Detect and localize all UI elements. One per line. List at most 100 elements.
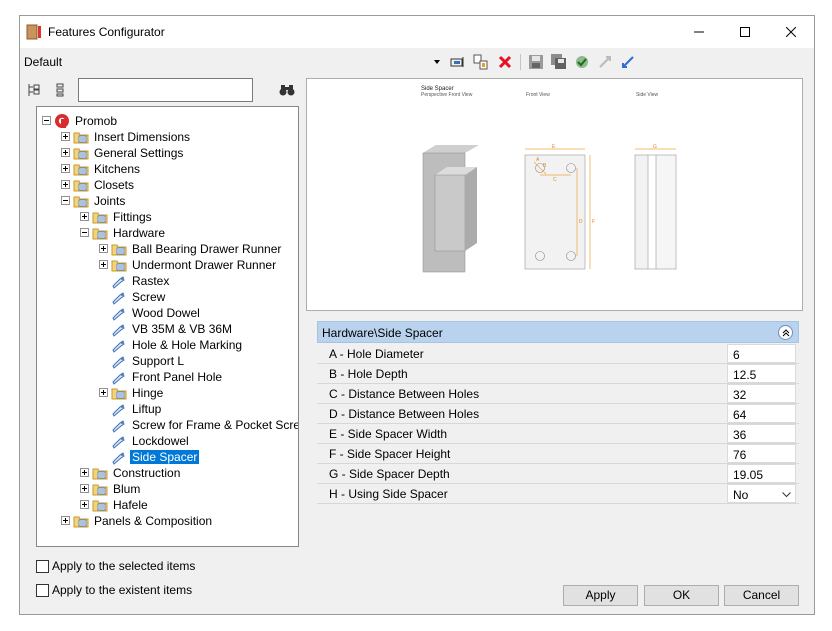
tag-icon — [112, 404, 125, 417]
preview-image: Side Spacer Perspective Front View Front… — [306, 78, 803, 311]
expand-node-icon[interactable] — [80, 500, 89, 509]
tree-item[interactable]: Side Spacer — [99, 449, 200, 465]
minimize-button[interactable] — [676, 16, 722, 48]
property-row: E - Side Spacer Width 36 — [317, 424, 799, 444]
folder-icon — [92, 468, 108, 480]
folder-icon — [111, 388, 127, 400]
collapse-node-icon[interactable] — [42, 116, 51, 125]
tree-list-button[interactable] — [50, 80, 70, 100]
tree-item[interactable]: Front Panel Hole — [99, 369, 224, 385]
tree-item-label: Undermont Drawer Runner — [132, 258, 277, 272]
tree-item[interactable]: Kitchens — [61, 161, 142, 177]
dim-label-c: C — [553, 177, 557, 183]
property-value-input[interactable]: 36 — [727, 424, 796, 443]
expand-node-icon[interactable] — [99, 244, 108, 253]
property-value-input[interactable]: 64 — [727, 404, 796, 423]
ok-button[interactable]: OK — [644, 585, 719, 606]
tree-item[interactable]: VB 35M & VB 36M — [99, 321, 234, 337]
collapse-button[interactable] — [595, 52, 615, 72]
toolbar-separator — [520, 54, 521, 70]
collapse-node-icon[interactable] — [80, 228, 89, 237]
features-configurator-window: Features Configurator Default Promob Ins… — [19, 15, 815, 615]
close-button[interactable] — [768, 16, 814, 48]
tree-item[interactable]: Insert Dimensions — [61, 129, 192, 145]
expand-node-icon[interactable] — [61, 148, 70, 157]
property-value-input[interactable]: 19.05 — [727, 464, 796, 483]
property-row: B - Hole Depth 12.5 — [317, 364, 799, 384]
tree-item[interactable]: Closets — [61, 177, 136, 193]
chevron-down-icon — [782, 492, 791, 498]
property-value: 64 — [733, 408, 747, 422]
tag-icon — [112, 292, 125, 305]
tree-item[interactable]: General Settings — [61, 145, 185, 161]
tree-item[interactable]: Screw — [99, 289, 167, 305]
tree-item[interactable]: Blum — [80, 481, 142, 497]
save-all-button[interactable] — [549, 52, 569, 72]
dim-label-f: F — [592, 219, 596, 225]
apply-selected-checkbox[interactable] — [36, 560, 49, 573]
expand-node-icon[interactable] — [61, 180, 70, 189]
apply-button[interactable]: Apply — [563, 585, 638, 606]
tree-item[interactable]: Hinge — [99, 385, 165, 401]
folder-icon — [73, 180, 89, 192]
tree-item[interactable]: Undermont Drawer Runner — [99, 257, 278, 273]
tree-item[interactable]: Fittings — [80, 209, 154, 225]
tree-list-icon — [56, 83, 64, 97]
tree-item-label: Hinge — [132, 386, 164, 400]
tree-item[interactable]: Hafele — [80, 497, 150, 513]
expand-node-icon[interactable] — [99, 388, 108, 397]
tree-item[interactable]: Joints — [61, 193, 127, 209]
maximize-button[interactable] — [722, 16, 768, 48]
property-value-dropdown[interactable]: No — [727, 484, 796, 503]
add-button[interactable] — [447, 52, 467, 72]
property-value: 6 — [733, 348, 740, 362]
tree-item[interactable]: Screw for Frame & Pocket Screw — [99, 417, 298, 433]
expand-node-icon[interactable] — [80, 468, 89, 477]
expand-node-icon[interactable] — [61, 516, 70, 525]
expand-node-icon[interactable] — [80, 212, 89, 221]
expand-node-icon[interactable] — [61, 164, 70, 173]
search-button[interactable] — [277, 80, 297, 100]
expand-node-icon[interactable] — [80, 484, 89, 493]
search-input[interactable] — [78, 78, 253, 102]
maximize-icon — [740, 27, 750, 37]
apply-existent-checkbox[interactable] — [36, 584, 49, 597]
tree-expand-button[interactable] — [24, 80, 44, 100]
tree-item[interactable]: Hardware — [80, 225, 167, 241]
validate-button[interactable] — [572, 52, 592, 72]
copy-button[interactable] — [471, 52, 491, 72]
property-value-input[interactable]: 32 — [727, 384, 796, 403]
close-icon — [786, 27, 796, 37]
property-value-input[interactable]: 76 — [727, 444, 796, 463]
collapse-node-icon[interactable] — [61, 196, 70, 205]
tree-item-label: Closets — [94, 178, 135, 192]
property-value-input[interactable]: 12.5 — [727, 364, 796, 383]
tree-item[interactable]: Panels & Composition — [61, 513, 214, 529]
expand-node-icon[interactable] — [99, 260, 108, 269]
tree-item[interactable]: Ball Bearing Drawer Runner — [99, 241, 283, 257]
tree-item[interactable]: Wood Dowel — [99, 305, 202, 321]
tree-item[interactable]: Support L — [99, 353, 186, 369]
tree-toolbar — [20, 78, 300, 106]
profile-dropdown[interactable] — [432, 52, 442, 72]
collapse-section-button[interactable] — [778, 325, 793, 340]
property-value-input[interactable]: 6 — [727, 344, 796, 363]
tree-item-label: General Settings — [94, 146, 184, 160]
features-tree[interactable]: Promob Insert Dimensions General Settings K… — [36, 106, 299, 547]
tree-item[interactable]: Lockdowel — [99, 433, 191, 449]
minimize-icon — [694, 31, 704, 33]
collapse-icon — [599, 56, 611, 68]
expand-button[interactable] — [618, 52, 638, 72]
tree-item[interactable]: Rastex — [99, 273, 171, 289]
tree-item[interactable]: Promob — [42, 113, 119, 129]
properties-header-title: Hardware\Side Spacer — [322, 326, 443, 340]
tree-item[interactable]: Liftup — [99, 401, 163, 417]
tree-item[interactable]: Construction — [80, 465, 182, 481]
tree-item[interactable]: Hole & Hole Marking — [99, 337, 244, 353]
properties-header: Hardware\Side Spacer — [317, 321, 799, 343]
expand-node-icon[interactable] — [61, 132, 70, 141]
save-button[interactable] — [526, 52, 546, 72]
delete-button[interactable] — [495, 52, 515, 72]
tree-item-label: Construction — [113, 466, 181, 480]
cancel-button[interactable]: Cancel — [724, 585, 799, 606]
